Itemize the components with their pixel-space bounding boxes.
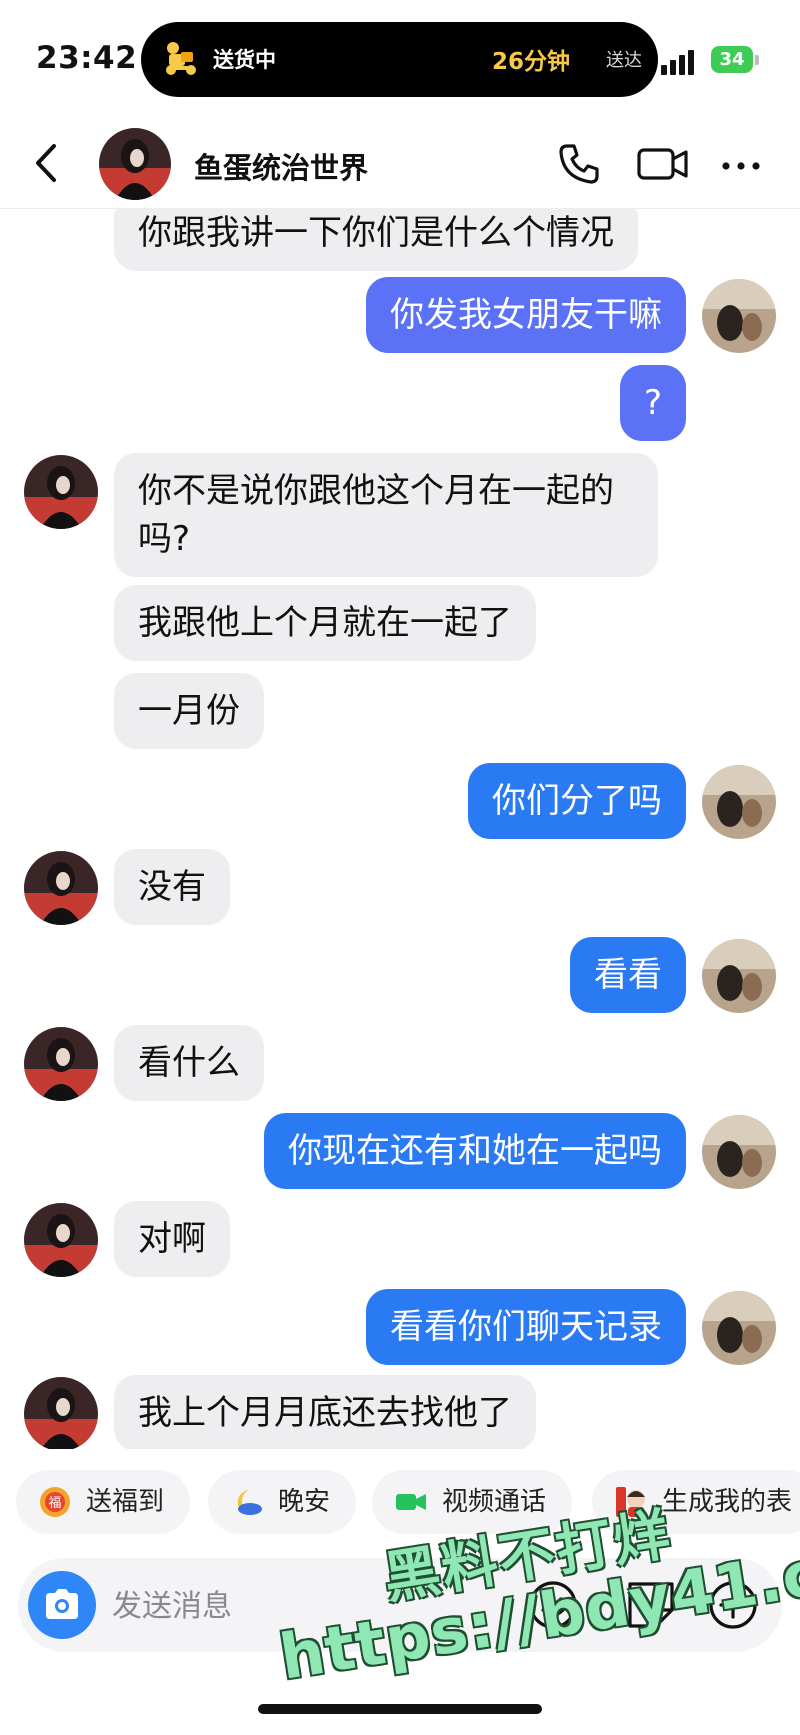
svg-text:福: 福: [48, 1496, 61, 1511]
status-bar: 23:42 送货中 26分钟 送达 34: [0, 0, 800, 118]
status-time: 23:42: [36, 40, 138, 76]
battery-icon: 34: [711, 46, 753, 73]
my-avatar[interactable]: [702, 765, 776, 839]
my-avatar[interactable]: [702, 1291, 776, 1365]
more-options-icon[interactable]: [718, 146, 764, 186]
quick-action-blessing[interactable]: 福 送福到: [16, 1470, 191, 1534]
blessing-icon: 福: [40, 1487, 70, 1517]
video-camera-icon[interactable]: [636, 142, 690, 186]
incoming-message[interactable]: 对啊: [114, 1201, 230, 1277]
contact-avatar[interactable]: [24, 1027, 98, 1101]
phone-icon[interactable]: [555, 140, 603, 188]
outgoing-message[interactable]: 看看: [570, 937, 686, 1013]
contact-avatar[interactable]: [24, 1203, 98, 1277]
delivery-live-activity[interactable]: 送货中 26分钟 送达: [141, 22, 658, 97]
camera-button[interactable]: [28, 1571, 96, 1639]
chat-header: 鱼蛋统治世界: [0, 118, 800, 209]
outgoing-message[interactable]: 你们分了吗: [468, 763, 686, 839]
outgoing-message[interactable]: 你发我女朋友干嘛: [366, 277, 686, 353]
contact-avatar[interactable]: [99, 128, 171, 200]
incoming-message[interactable]: 看什么: [114, 1025, 264, 1101]
back-button[interactable]: [30, 142, 66, 184]
incoming-message[interactable]: 一月份: [114, 673, 264, 749]
delivery-status-label: 送货中: [213, 48, 276, 72]
battery-cap: [755, 55, 759, 65]
incoming-message[interactable]: 你不是说你跟他这个月在一起的吗?: [114, 453, 658, 577]
contact-avatar[interactable]: [24, 455, 98, 529]
my-avatar[interactable]: [702, 1115, 776, 1189]
signal-icon: [661, 47, 701, 75]
my-avatar[interactable]: [702, 939, 776, 1013]
delivery-eta: 26分钟: [491, 49, 570, 75]
incoming-message[interactable]: 我跟他上个月就在一起了: [114, 585, 536, 661]
my-avatar[interactable]: [702, 279, 776, 353]
quick-action-label: 送福到: [86, 1487, 165, 1517]
incoming-message[interactable]: 没有: [114, 849, 230, 925]
contact-avatar[interactable]: [24, 1377, 98, 1449]
home-indicator[interactable]: [258, 1704, 542, 1714]
outgoing-message[interactable]: 你现在还有和她在一起吗: [264, 1113, 686, 1189]
delivery-eta-suffix: 送达: [606, 50, 642, 71]
incoming-message[interactable]: 我上个月月底还去找他了: [114, 1375, 536, 1449]
outgoing-message[interactable]: ?: [619, 365, 686, 441]
outgoing-message[interactable]: 看看你们聊天记录: [366, 1289, 686, 1365]
camera-icon: [46, 1589, 78, 1619]
message-list[interactable]: 你跟我讲一下你们是什么个情况 你发我女朋友干嘛 ? 你不是说你跟他这个月在一起的…: [0, 209, 800, 1449]
contact-avatar[interactable]: [24, 851, 98, 925]
delivery-rider-icon: [166, 42, 196, 75]
incoming-message[interactable]: 你跟我讲一下你们是什么个情况: [114, 209, 638, 271]
contact-name[interactable]: 鱼蛋统治世界: [194, 145, 368, 187]
